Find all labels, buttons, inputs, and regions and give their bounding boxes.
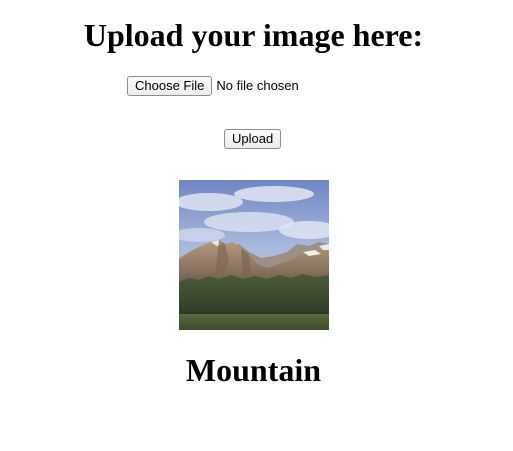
page-heading: Upload your image here:	[83, 17, 424, 53]
file-status-text: No file chosen	[216, 78, 299, 93]
file-input[interactable]: Choose File No file chosen	[127, 76, 299, 96]
image-caption: Mountain	[185, 352, 322, 388]
upload-button[interactable]: Upload	[224, 129, 282, 149]
uploaded-image	[179, 180, 329, 330]
choose-file-button[interactable]: Choose File	[127, 76, 213, 96]
